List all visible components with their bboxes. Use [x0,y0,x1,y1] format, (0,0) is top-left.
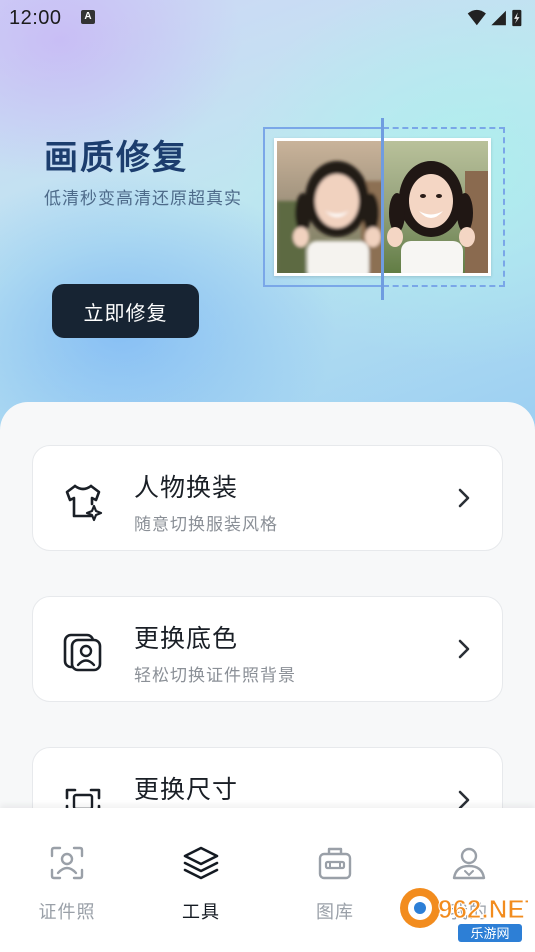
status-icons [467,9,522,27]
tab-tools[interactable]: 工具 [134,844,268,924]
photo-before [274,138,384,276]
status-bar: 12:00 A [0,0,535,36]
hero-banner: 12:00 A 画质修复 低清秒变高清还原超真实 立即修复 [0,0,535,430]
tab-label: 工具 [182,902,220,922]
feature-title: 人物换装 [134,474,239,502]
id-photo-stack-icon [63,633,102,672]
chevron-right-icon [458,488,470,508]
status-time: 12:00 [9,7,62,29]
feature-subtitle: 随意切换服装风格 [134,515,278,534]
watermark-text: 962.NET [438,894,528,924]
feature-title: 更换尺寸 [134,776,239,804]
portrait-photo-clear [383,141,488,273]
face-scan-icon [50,846,84,880]
site-watermark: 962.NET 乐游网 [400,888,528,942]
tab-label: 图库 [316,902,354,922]
toolbox-icon [318,847,352,880]
notification-icon: A [81,10,95,24]
layers-icon [183,846,219,880]
portrait-photo-blurred [277,141,384,273]
chevron-right-icon [458,639,470,659]
repair-now-button[interactable]: 立即修复 [52,284,199,338]
feature-title: 更换底色 [134,625,239,653]
before-after-illustration [262,118,508,300]
feature-subtitle: 轻松切换证件照背景 [134,666,296,685]
hero-title: 画质修复 [44,139,188,177]
wifi-icon [467,9,486,26]
hero-subtitle: 低清秒变高清还原超真实 [44,189,242,208]
notification-letter: A [84,11,92,22]
tab-gallery[interactable]: 图库 [268,844,402,924]
tab-id-photo[interactable]: 证件照 [0,844,134,924]
cellular-signal-icon [491,10,506,26]
tshirt-sparkle-icon [65,484,103,522]
feature-card-outfit-change[interactable]: 人物换装 随意切换服装风格 [32,445,503,551]
watermark-subtext: 乐游网 [470,927,509,942]
tab-label: 证件照 [38,902,96,922]
compare-divider[interactable] [381,118,384,300]
tool-list: 人物换装 随意切换服装风格 更换底色 轻松切换证件照背景 更换尺寸 [0,402,535,853]
feature-card-background-color[interactable]: 更换底色 轻松切换证件照背景 [32,596,503,702]
photo-after [383,138,491,276]
